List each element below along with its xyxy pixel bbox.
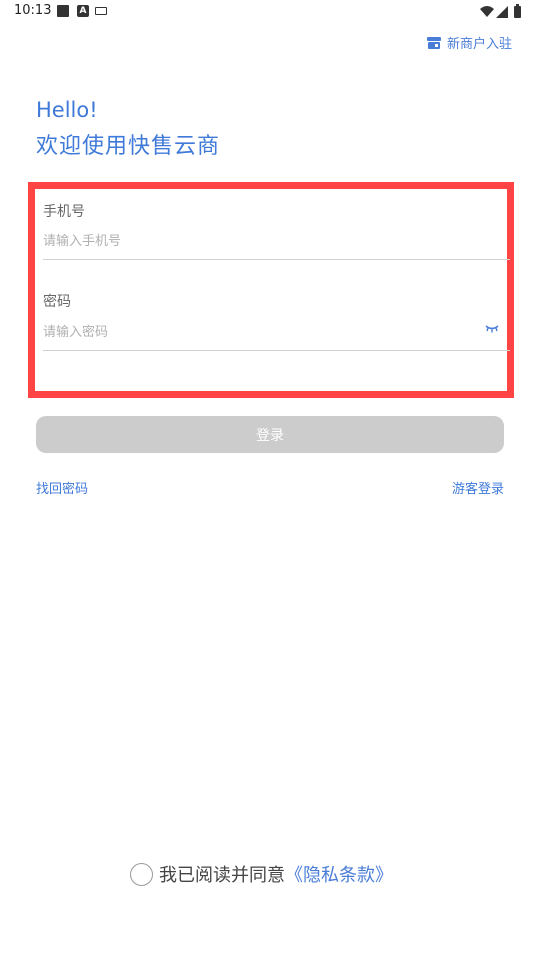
hello-heading: Hello! [36,98,98,122]
privacy-policy-link[interactable]: 《隐私条款》 [285,861,393,887]
welcome-heading: 欢迎使用快售云商 [36,134,221,159]
keyboard-icon [95,7,107,15]
store-icon [426,36,441,49]
agree-text: 我已阅读并同意 [159,865,285,886]
new-merchant-label: 新商户入驻 [446,37,512,52]
phone-input[interactable] [43,226,510,256]
login-screen: 10:13 A 新商户入驻 Hello! 欢迎使用快售云商 手机号 密码 [0,0,540,960]
login-form-highlight: 手机号 密码 [28,182,514,398]
status-right-icons [480,4,521,18]
status-bar: 10:13 A [0,0,540,24]
guest-login-link[interactable]: 游客登录 [452,478,504,497]
eye-closed-icon[interactable] [485,323,499,333]
password-label: 密码 [43,294,71,310]
forgot-password-link[interactable]: 找回密码 [36,478,88,497]
password-underline [43,350,510,351]
battery-icon [514,6,521,18]
image-icon [57,5,69,17]
status-time: 10:13 [14,3,52,18]
signal-icon [496,6,508,18]
login-button[interactable]: 登录 [36,416,504,453]
a-notification-icon: A [77,5,89,17]
new-merchant-link[interactable]: 新商户入驻 [426,33,512,52]
wifi-icon [480,6,494,17]
privacy-agreement: 我已阅读并同意 《隐私条款》 [130,861,393,887]
password-input[interactable] [43,317,510,347]
agree-checkbox[interactable] [130,862,153,886]
phone-label: 手机号 [43,204,85,220]
phone-underline [43,259,510,260]
